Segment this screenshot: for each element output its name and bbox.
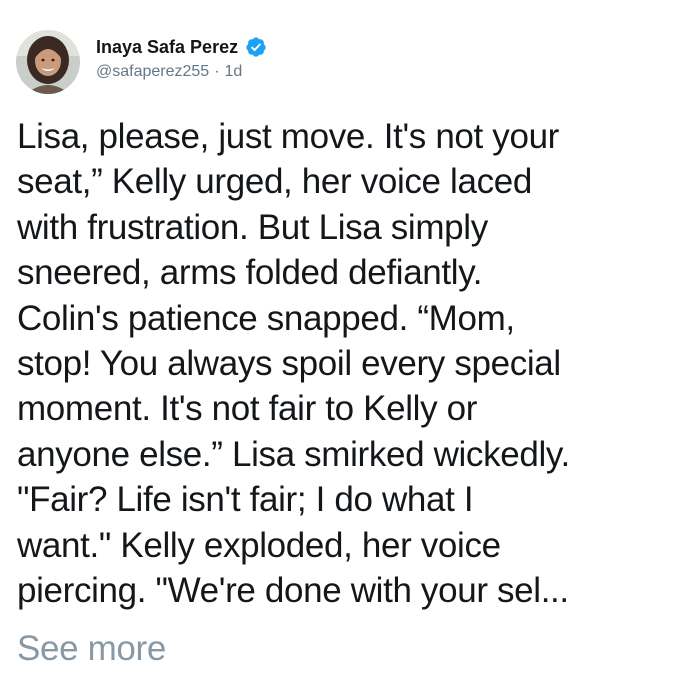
see-more-link[interactable]: See more	[17, 626, 166, 671]
author-handle[interactable]: @safaperez255	[96, 63, 209, 80]
tweet-text-line: moment. It's not fair to Kelly or	[17, 389, 478, 429]
tweet-timestamp[interactable]: 1d	[225, 63, 243, 80]
profile-avatar-icon	[16, 30, 80, 94]
tweet-text-line: with frustration. But Lisa simply	[17, 207, 488, 247]
tweet-text-line: stop! You always spoil every special	[17, 344, 561, 384]
tweet-text-line: want." Kelly exploded, her voice	[17, 525, 501, 565]
tweet-text-line: Lisa, please, just move. It's not your	[17, 117, 559, 156]
tweet-text-line: seat,” Kelly urged, her voice laced	[17, 162, 532, 202]
tweet-text-line: "Fair? Life isn't fair; I do what I	[17, 480, 474, 520]
author-avatar[interactable]	[16, 30, 80, 94]
tweet-card: Inaya Safa Perez @safaperez255 · 1d Lisa, …	[0, 0, 700, 700]
author-meta-row: @safaperez255 · 1d	[96, 62, 242, 82]
verified-badge-icon	[245, 36, 267, 58]
tweet-body: Lisa, please, just move. It's not your s…	[17, 114, 697, 613]
tweet-text-line: anyone else.” Lisa smirked wickedly.	[17, 434, 570, 474]
tweet-text-line: Colin's patience snapped. “Mom,	[17, 298, 515, 338]
tweet-text-line: piercing. "We're done with your sel...	[17, 571, 569, 611]
author-name-row: Inaya Safa Perez	[96, 34, 267, 60]
meta-separator: ·	[214, 63, 220, 80]
author-display-name[interactable]: Inaya Safa Perez	[96, 36, 238, 58]
tweet-text-line: sneered, arms folded defiantly.	[17, 253, 483, 293]
